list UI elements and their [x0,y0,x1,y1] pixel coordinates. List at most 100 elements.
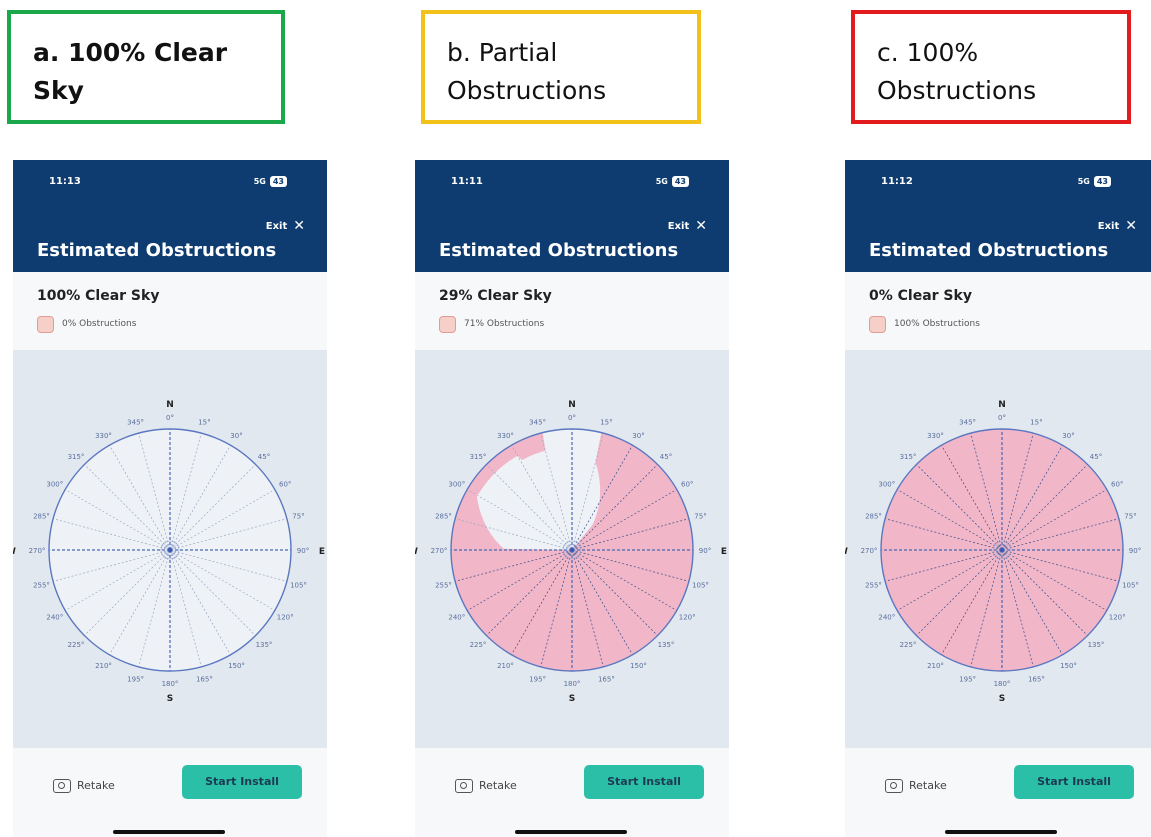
degree-label: 195° [127,676,144,684]
polar-plot: 0° 15° 30° 45° 60° 75° 90° 105° 120° 135° 150° 165°… [845,400,1151,704]
footer: Retake Start Install [415,748,729,837]
degree-label: 255° [33,581,50,589]
degree-label: 15° [1030,419,1042,427]
camera-icon [885,779,903,793]
retake-label: Retake [909,779,947,792]
degree-label: 150° [630,662,647,670]
degree-label: 330° [497,432,514,440]
panel-c-label-box: c. 100% Obstructions [851,10,1131,124]
degree-label: 210° [95,662,112,670]
degree-label: 210° [927,662,944,670]
degree-label: 0° [166,414,174,422]
degree-label: 345° [127,419,144,427]
degree-label: 210° [497,662,514,670]
summary-section: 29% Clear Sky 71% Obstructions [415,272,729,350]
obstruction-value: 100% Obstructions [894,319,980,329]
degree-label: 345° [959,419,976,427]
close-icon: ✕ [1125,218,1137,234]
degree-label: 300° [448,481,465,489]
degree-label: 150° [228,662,245,670]
close-icon: ✕ [293,218,305,234]
footer: Retake Start Install [845,748,1151,837]
degree-label: 240° [878,614,895,622]
network-label: 5G [655,177,668,186]
degree-label: 15° [198,419,210,427]
degree-label: 75° [292,513,304,521]
exit-button[interactable]: Exit ✕ [1098,218,1137,234]
retake-button[interactable]: Retake [885,772,965,800]
close-icon: ✕ [695,218,707,234]
panel-b-label-box: b. Partial Obstructions [421,10,701,124]
obstruction-value: 0% Obstructions [62,319,137,329]
page-title: Estimated Obstructions [37,240,277,261]
cardinal-west: W [13,547,16,557]
degree-label: 30° [230,432,242,440]
cardinal-south: S [999,694,1005,704]
degree-label: 240° [46,614,63,622]
obstruction-value: 71% Obstructions [464,319,545,329]
degree-label: 105° [1122,581,1139,589]
degree-label: 165° [598,676,615,684]
degree-label: 45° [1090,453,1102,461]
header-bar: 11:13 5G 43 Exit ✕ Estimated Obstructions [13,160,327,272]
exit-button[interactable]: Exit ✕ [266,218,305,234]
degree-label: 315° [68,453,85,461]
summary-section: 0% Clear Sky 100% Obstructions [845,272,1151,350]
cardinal-north: N [568,400,576,410]
degree-label: 135° [658,641,675,649]
degree-label: 300° [46,481,63,489]
degree-label: 195° [959,676,976,684]
panel-a-label: a. 100% Clear Sky [33,38,228,105]
page-title: Estimated Obstructions [869,240,1109,261]
obstruction-legend-swatch [37,316,54,333]
page-title: Estimated Obstructions [439,240,679,261]
start-install-button[interactable]: Start Install [1014,765,1134,799]
degree-label: 120° [679,614,696,622]
degree-label: 60° [279,481,291,489]
footer: Retake Start Install [13,748,327,837]
status-time: 11:12 [881,176,913,187]
degree-label: 75° [694,513,706,521]
home-indicator [113,830,225,834]
retake-label: Retake [479,779,517,792]
exit-label: Exit [667,221,690,232]
degree-label: 180° [994,680,1011,688]
degree-label: 345° [529,419,546,427]
exit-label: Exit [265,221,288,232]
degree-label: 285° [435,513,452,521]
panel-c-label: c. 100% Obstructions [877,38,1037,105]
degree-label: 90° [699,547,711,555]
degree-label: 45° [660,453,672,461]
retake-label: Retake [77,779,115,792]
polar-plot: 0° 15° 30° 45° 60° 75° 90° 105° 120° 135° 150° 165°… [415,400,727,704]
degree-label: 315° [470,453,487,461]
exit-button[interactable]: Exit ✕ [668,218,707,234]
cardinal-east: E [721,547,727,557]
cardinal-east: E [319,547,325,557]
header-bar: 11:12 5G 43 Exit ✕ Estimated Obstructions [845,160,1151,272]
degree-label: 195° [529,676,546,684]
start-install-button[interactable]: Start Install [182,765,302,799]
cardinal-north: N [998,400,1006,410]
header-bar: 11:11 5G 43 Exit ✕ Estimated Obstructions [415,160,729,272]
start-install-button[interactable]: Start Install [584,765,704,799]
battery-icon: 43 [1093,176,1111,187]
degree-label: 120° [1109,614,1126,622]
degree-label: 60° [681,481,693,489]
degree-label: 0° [568,414,576,422]
degree-label: 240° [448,614,465,622]
center-dot [167,547,173,553]
retake-button[interactable]: Retake [53,772,133,800]
degree-label: 285° [865,513,882,521]
polar-plot-area: 0° 15° 30° 45° 60° 75° 90° 105° 120° 135° 150° 165°… [845,350,1151,748]
degree-label: 165° [196,676,213,684]
retake-button[interactable]: Retake [455,772,535,800]
cardinal-south: S [569,694,575,704]
degree-label: 270° [861,547,878,555]
degree-label: 270° [29,547,46,555]
degree-label: 300° [878,481,895,489]
status-time: 11:11 [451,176,483,187]
degree-label: 120° [277,614,294,622]
obstruction-legend-swatch [869,316,886,333]
degree-label: 90° [1129,547,1141,555]
